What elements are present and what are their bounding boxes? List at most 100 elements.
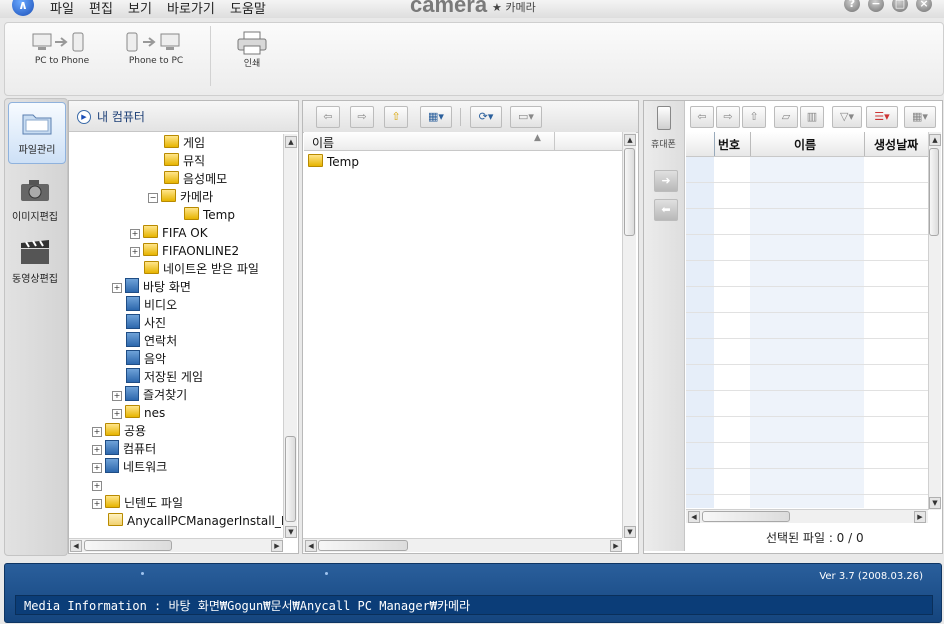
expand-icon[interactable]: + bbox=[92, 481, 102, 491]
phone-back-button[interactable]: ⇦ bbox=[690, 106, 714, 128]
phone-scroll-thumb[interactable] bbox=[929, 148, 939, 236]
phone-sort-button[interactable]: ☰▾ bbox=[866, 106, 898, 128]
tree-item[interactable]: 네이트온 받은 파일 bbox=[144, 260, 259, 278]
collapse-icon[interactable]: − bbox=[148, 193, 158, 203]
menu-view[interactable]: 보기 bbox=[128, 0, 152, 17]
tree-scroll-thumb[interactable] bbox=[285, 436, 296, 522]
grid-row bbox=[686, 182, 928, 209]
phone-scroll-up-button[interactable]: ▲ bbox=[929, 134, 941, 146]
phone-scroll-right-button[interactable]: ▶ bbox=[914, 511, 926, 523]
expand-icon[interactable]: + bbox=[92, 499, 102, 509]
tree-root-label: 내 컴퓨터 bbox=[97, 110, 145, 124]
grid-row bbox=[686, 494, 928, 508]
folder-icon bbox=[125, 405, 140, 418]
phone-column-name[interactable]: 이름 bbox=[794, 136, 816, 153]
tree-item[interactable]: 게임 bbox=[164, 134, 205, 152]
phone-column-number[interactable]: 번호 bbox=[718, 136, 740, 153]
tree-scroll-right-button[interactable]: ▶ bbox=[271, 540, 283, 552]
list-name-column[interactable]: 이름 bbox=[312, 134, 334, 151]
tree-item[interactable]: 연락처 bbox=[126, 332, 177, 350]
menu-edit[interactable]: 편집 bbox=[89, 0, 113, 17]
list-up-folder-button[interactable]: ⇧ bbox=[384, 106, 408, 128]
phone-new-folder-button[interactable]: ▱ bbox=[774, 106, 798, 128]
tree-item[interactable]: 저장된 게임 bbox=[126, 368, 203, 386]
tree-item[interactable]: + 바탕 화면 bbox=[112, 278, 191, 296]
phone-scroll-left-button[interactable]: ◀ bbox=[688, 511, 700, 523]
list-scroll-up-button[interactable]: ▲ bbox=[624, 134, 636, 146]
tree-item-label: 음악 bbox=[144, 352, 167, 366]
tree-scroll-up-button[interactable]: ▲ bbox=[285, 136, 297, 148]
phone-column-date[interactable]: 생성날짜 bbox=[874, 136, 918, 153]
nav-image-edit[interactable]: 이미지편집 bbox=[7, 176, 63, 223]
tree-item[interactable]: + bbox=[92, 476, 105, 494]
expand-icon[interactable]: + bbox=[92, 463, 102, 473]
list-forward-button[interactable]: ⇨ bbox=[350, 106, 374, 128]
list-scroll-right-button[interactable]: ▶ bbox=[610, 540, 622, 552]
tree-item[interactable]: 음악 bbox=[126, 350, 166, 368]
folder-icon bbox=[144, 261, 159, 274]
list-scroll-thumb[interactable] bbox=[624, 148, 635, 236]
tree-item-label: 컴퓨터 bbox=[123, 442, 157, 456]
phone-grid-header: 번호 이름 생성날짜 bbox=[686, 132, 928, 157]
tree-item[interactable]: AnycallPCManagerInstall_Full bbox=[108, 512, 283, 530]
phone-filter-button[interactable]: ▽▾ bbox=[832, 106, 862, 128]
phone-forward-button[interactable]: ⇨ bbox=[716, 106, 740, 128]
phone-scroll-down-button[interactable]: ▼ bbox=[929, 497, 941, 509]
phone-hscroll-thumb[interactable] bbox=[702, 511, 790, 522]
send-to-phone-button[interactable]: ➜ bbox=[654, 170, 678, 192]
expand-icon[interactable]: + bbox=[112, 283, 122, 293]
nav-video-edit[interactable]: 동영상편집 bbox=[7, 238, 63, 285]
print-button[interactable]: 인쇄 bbox=[228, 30, 276, 69]
menu-shortcuts[interactable]: 바로가기 bbox=[167, 0, 215, 17]
tree-item[interactable]: Temp bbox=[184, 206, 235, 224]
tree-scroll-down-button[interactable]: ▼ bbox=[285, 526, 297, 538]
tree-item-label: 사진 bbox=[144, 316, 167, 330]
tree-scroll-left-button[interactable]: ◀ bbox=[70, 540, 82, 552]
tree-item[interactable]: 음성메모 bbox=[164, 170, 227, 188]
menu-help[interactable]: 도움말 bbox=[230, 0, 266, 17]
phone-view-mode-button[interactable]: ▦▾ bbox=[904, 106, 936, 128]
list-column-header: 이름 ▲ bbox=[304, 132, 622, 151]
video-folder-icon bbox=[126, 296, 140, 311]
list-scroll-left-button[interactable]: ◀ bbox=[305, 540, 317, 552]
list-view-mode-button[interactable]: ▦▾ bbox=[420, 106, 452, 128]
pc-to-phone-button[interactable]: PC to Phone bbox=[26, 30, 98, 66]
tree-item[interactable]: + FIFAONLINE2 bbox=[130, 242, 239, 260]
expand-icon[interactable]: + bbox=[112, 409, 122, 419]
expand-icon[interactable]: + bbox=[92, 427, 102, 437]
tree-item[interactable]: + 네트워크 bbox=[92, 458, 167, 476]
expand-icon[interactable]: + bbox=[92, 445, 102, 455]
phone-up-folder-button[interactable]: ⇧ bbox=[742, 106, 766, 128]
tree-item[interactable]: − 카메라 bbox=[148, 188, 213, 206]
expand-icon[interactable]: + bbox=[112, 391, 122, 401]
menu-file[interactable]: 파일 bbox=[50, 0, 74, 17]
tree-item[interactable]: + 닌텐도 파일 bbox=[92, 494, 183, 512]
list-hscroll-thumb[interactable] bbox=[318, 540, 408, 551]
clapperboard-icon bbox=[17, 238, 53, 268]
tree-expand-icon[interactable]: ▶ bbox=[77, 110, 91, 124]
tree-item[interactable]: + 즐겨찾기 bbox=[112, 386, 187, 404]
grid-row bbox=[686, 390, 928, 417]
list-item[interactable]: Temp bbox=[308, 153, 359, 171]
grid-row bbox=[686, 286, 928, 313]
tree-item[interactable]: 사진 bbox=[126, 314, 166, 332]
tree-item[interactable]: 뮤직 bbox=[164, 152, 205, 170]
status-dot bbox=[141, 572, 144, 575]
tree-item[interactable]: + 컴퓨터 bbox=[92, 440, 156, 458]
tree-item[interactable]: + nes bbox=[112, 404, 165, 422]
expand-icon[interactable]: + bbox=[130, 247, 140, 257]
phone-delete-button[interactable]: ▥ bbox=[800, 106, 824, 128]
expand-icon[interactable]: + bbox=[130, 229, 140, 239]
tree-item[interactable]: + FIFA OK bbox=[130, 224, 208, 242]
list-back-button[interactable]: ⇦ bbox=[316, 106, 340, 128]
list-presentation-button[interactable]: ▭▾ bbox=[510, 106, 542, 128]
tree-item[interactable]: 비디오 bbox=[126, 296, 177, 314]
list-scroll-down-button[interactable]: ▼ bbox=[624, 526, 636, 538]
tree-hscroll-thumb[interactable] bbox=[84, 540, 172, 551]
list-refresh-button[interactable]: ⟳▾ bbox=[470, 106, 502, 128]
tree-item[interactable]: + 공용 bbox=[92, 422, 146, 440]
tree-item-label: 네트워크 bbox=[123, 460, 168, 474]
nav-file-management[interactable]: 파일관리 bbox=[8, 102, 66, 164]
phone-to-pc-button[interactable]: Phone to PC bbox=[120, 30, 192, 66]
send-to-pc-button[interactable]: ⬅ bbox=[654, 199, 678, 221]
